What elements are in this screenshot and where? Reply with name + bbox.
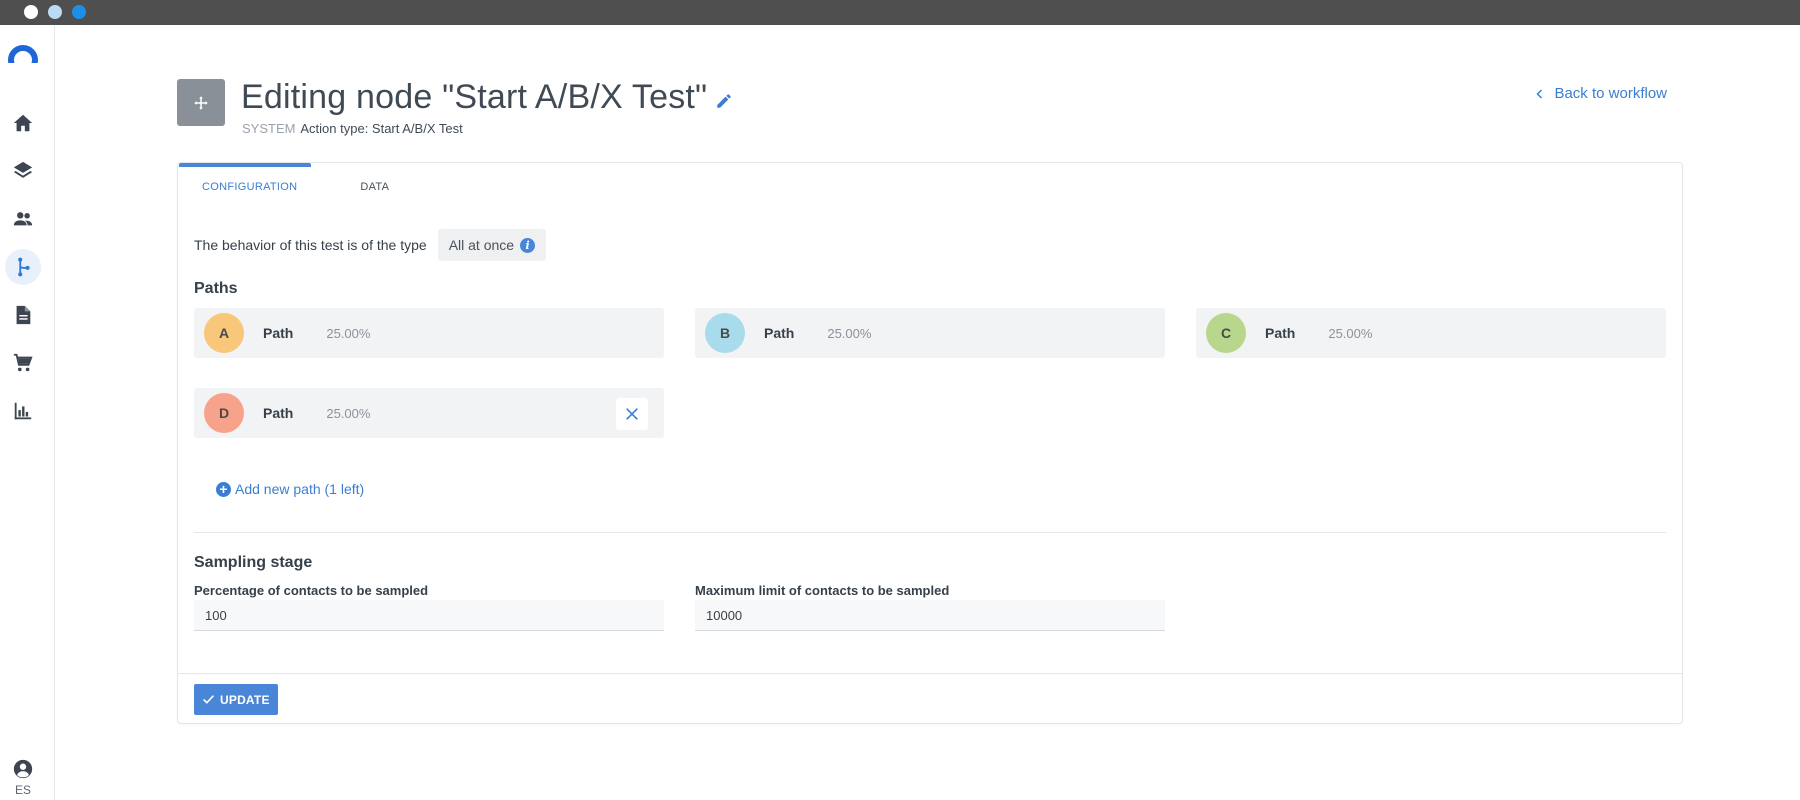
user-menu[interactable]: ES [8,758,38,797]
tab-configuration[interactable]: CONFIGURATION [178,163,321,205]
layers-icon[interactable] [5,153,41,189]
behavior-type-value: All at once [448,237,515,253]
add-path-label: Add new path (1 left) [235,481,365,497]
page-title: Editing node "Start A/B/X Test" [241,78,708,116]
remove-path-button[interactable] [616,398,648,430]
path-label: Path [764,325,795,341]
window-minimize-dot[interactable] [48,5,62,19]
footer-divider [178,673,1682,674]
back-link-label: Back to workflow [1554,85,1667,102]
chevron-left-icon [1536,88,1543,99]
percentage-label: Percentage of contacts to be sampled [194,583,429,598]
workflow-icon[interactable] [5,249,41,285]
bar-chart-icon[interactable] [5,393,41,429]
back-to-workflow-link[interactable]: Back to workflow [1534,85,1667,102]
behavior-row: The behavior of this test is of the type… [194,229,547,261]
path-row-d[interactable]: D Path 25.00% [194,388,664,438]
path-percentage: 25.00% [827,325,872,341]
path-row-b[interactable]: B Path 25.00% [695,308,1165,358]
home-icon[interactable] [5,105,41,141]
page-header: Editing node "Start A/B/X Test" [241,78,733,117]
update-button[interactable]: UPDATE [194,684,278,715]
cart-icon[interactable] [5,345,41,381]
add-circle-icon: + [216,481,231,497]
document-icon[interactable] [5,297,41,333]
path-letter-badge: D [204,393,244,433]
path-label: Path [1265,325,1296,341]
check-icon [203,695,214,704]
language-indicator[interactable]: ES [8,783,38,797]
path-percentage: 25.00% [1328,325,1373,341]
node-type-icon [177,79,225,126]
paths-title: Paths [194,280,238,297]
window-close-dot[interactable] [24,5,38,19]
max-limit-label: Maximum limit of contacts to be sampled [695,583,950,598]
sidebar: ES [0,25,55,800]
people-icon[interactable] [5,201,41,237]
behavior-type-pill[interactable]: All at once i [437,229,547,261]
path-percentage: 25.00% [326,325,371,341]
behavior-label: The behavior of this test is of the type [194,237,427,253]
section-divider [194,532,1666,533]
node-subtitle: SYSTEM Action type: Start A/B/X Test [242,121,463,136]
path-row-a[interactable]: A Path 25.00% [194,308,664,358]
path-label: Path [263,325,294,341]
action-type: Action type: Start A/B/X Test [300,121,463,136]
pencil-icon[interactable] [715,92,733,110]
path-label: Path [263,405,294,421]
account-circle-icon [13,759,33,779]
path-letter-badge: B [705,313,745,353]
window-maximize-dot[interactable] [72,5,86,19]
sampling-title: Sampling stage [194,554,313,571]
window-titlebar [0,0,1800,25]
max-limit-input[interactable] [695,600,1165,631]
percentage-input[interactable] [194,600,664,631]
app-logo[interactable] [7,45,39,63]
tab-data[interactable]: DATA [321,163,413,205]
add-path-button[interactable]: + Add new path (1 left) [216,481,364,497]
update-label: UPDATE [220,692,270,707]
path-row-c[interactable]: C Path 25.00% [1196,308,1666,358]
path-letter-badge: A [204,313,244,353]
system-tag: SYSTEM [242,121,296,136]
move-arrows-icon [194,95,208,110]
path-percentage: 25.00% [326,405,371,421]
info-icon[interactable]: i [520,237,536,253]
node-editor-card: CONFIGURATION DATA The behavior of this … [177,162,1683,724]
close-icon [626,408,638,420]
path-letter-badge: C [1206,313,1246,353]
tab-bar: CONFIGURATION DATA [178,163,413,205]
